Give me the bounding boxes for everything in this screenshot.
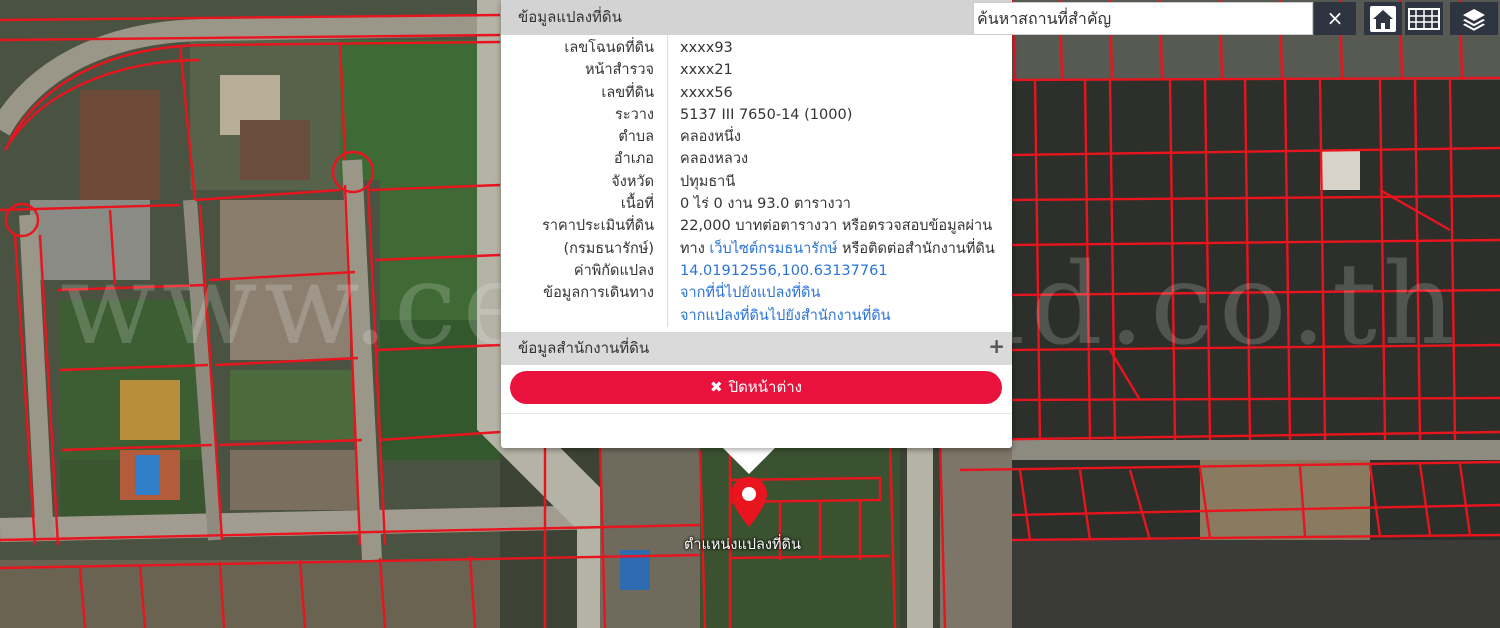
coords-link[interactable]: 14.01912556,100.63137761 bbox=[680, 263, 888, 279]
parcel-info-table: เลขโฉนดที่ดิน xxxx93 หน้าสำรวจ xxxx21 เลขท… bbox=[501, 35, 1012, 327]
marker-label: ตำแหน่งแปลงที่ดิน bbox=[684, 537, 801, 553]
row-label: หน้าสำรวจ bbox=[584, 62, 654, 79]
row-value: xxxx93 bbox=[680, 40, 733, 56]
info-row-subdistrict: ตำบล คลองหนึ่ง bbox=[501, 126, 1012, 148]
price-label-sub: (กรมธนารักษ์) bbox=[563, 240, 654, 257]
expand-plus-icon[interactable]: + bbox=[988, 330, 1005, 363]
info-row-price-cont: (กรมธนารักษ์) ทาง เว็บไซต์กรมธนารักษ์ หรื… bbox=[501, 238, 1012, 260]
close-window-button[interactable]: ✖ ปิดหน้าต่าง bbox=[510, 371, 1002, 404]
row-value: 5137 III 7650-14 (1000) bbox=[680, 106, 853, 123]
coords-label: ค่าพิกัดแปลง bbox=[573, 262, 654, 279]
row-label: ตำบล bbox=[618, 129, 654, 146]
close-window-label: ปิดหน้าต่าง bbox=[728, 378, 802, 396]
home-button[interactable] bbox=[1364, 2, 1402, 35]
grid-button[interactable] bbox=[1405, 2, 1443, 35]
info-row-survey-page: หน้าสำรวจ xxxx21 bbox=[501, 59, 1012, 81]
row-value: คลองหลวง bbox=[680, 151, 749, 168]
search-clear-icon[interactable]: × bbox=[1314, 2, 1356, 35]
price-text-suffix: หรือติดต่อสำนักงานที่ดิน bbox=[842, 240, 995, 257]
treasury-website-link[interactable]: เว็บไซต์กรมธนารักษ์ bbox=[709, 241, 837, 257]
layers-button[interactable] bbox=[1450, 2, 1498, 35]
home-icon bbox=[1370, 5, 1396, 32]
row-label: เลขที่ดิน bbox=[601, 84, 654, 101]
close-icon: ✖ bbox=[710, 378, 723, 396]
row-label: อำเภอ bbox=[613, 151, 654, 168]
layers-icon bbox=[1463, 8, 1485, 31]
popup-title: ข้อมูลแปลงที่ดิน bbox=[501, 0, 1012, 35]
row-value: xxxx21 bbox=[680, 62, 733, 79]
row-value: xxxx56 bbox=[680, 84, 733, 101]
directions-label: ข้อมูลการเดินทาง bbox=[543, 285, 654, 302]
info-row-land-number: เลขที่ดิน xxxx56 bbox=[501, 82, 1012, 104]
info-row-area: เนื้อที่ 0 ไร่ 0 งาน 93.0 ตารางวา bbox=[501, 193, 1012, 215]
info-row-district: อำเภอ คลองหลวง bbox=[501, 148, 1012, 170]
info-row-directions-2: จากแปลงที่ดินไปยังสำนักงานที่ดิน bbox=[501, 305, 1012, 327]
info-row-price: ราคาประเมินที่ดิน 22,000 บาทต่อตารางวา หร… bbox=[501, 215, 1012, 237]
row-value: 0 ไร่ 0 งาน 93.0 ตารางวา bbox=[680, 196, 851, 213]
location-pin-icon[interactable] bbox=[730, 476, 768, 528]
info-row-sheet: ระวาง 5137 III 7650-14 (1000) bbox=[501, 104, 1012, 126]
parcel-info-popup: ข้อมูลแปลงที่ดิน เลขโฉนดที่ดิน xxxx93 หน้… bbox=[501, 0, 1012, 448]
land-office-section[interactable]: ข้อมูลสำนักงานที่ดิน + bbox=[501, 330, 1012, 365]
popup-divider bbox=[501, 413, 1012, 414]
row-label: เนื้อที่ bbox=[620, 196, 654, 213]
row-label: ระวาง bbox=[615, 106, 654, 123]
price-text: 22,000 บาทต่อตารางวา หรือตรวจสอบข้อมูลผ่… bbox=[680, 218, 993, 235]
land-office-section-label: ข้อมูลสำนักงานที่ดิน bbox=[518, 338, 650, 357]
directions-to-parcel-link[interactable]: จากที่นี่ไปยังแปลงที่ดิน bbox=[680, 285, 820, 301]
grid-icon bbox=[1408, 7, 1440, 30]
info-row-province: จังหวัด ปทุมธานี bbox=[501, 171, 1012, 193]
price-text-prefix: ทาง bbox=[680, 240, 705, 257]
table-divider bbox=[667, 35, 668, 327]
place-search-input[interactable]: ค้นหาสถานที่สำคัญ bbox=[973, 2, 1313, 35]
info-row-coords: ค่าพิกัดแปลง 14.01912556,100.63137761 bbox=[501, 260, 1012, 282]
row-label: จังหวัด bbox=[611, 173, 654, 190]
directions-to-office-link[interactable]: จากแปลงที่ดินไปยังสำนักงานที่ดิน bbox=[680, 308, 891, 324]
popup-tail bbox=[722, 447, 776, 474]
row-label: เลขโฉนดที่ดิน bbox=[564, 40, 654, 56]
info-row-deed: เลขโฉนดที่ดิน xxxx93 bbox=[501, 37, 1012, 59]
info-row-directions: ข้อมูลการเดินทาง จากที่นี่ไปยังแปลงที่ดิน bbox=[501, 282, 1012, 304]
price-label: ราคาประเมินที่ดิน bbox=[542, 218, 654, 235]
